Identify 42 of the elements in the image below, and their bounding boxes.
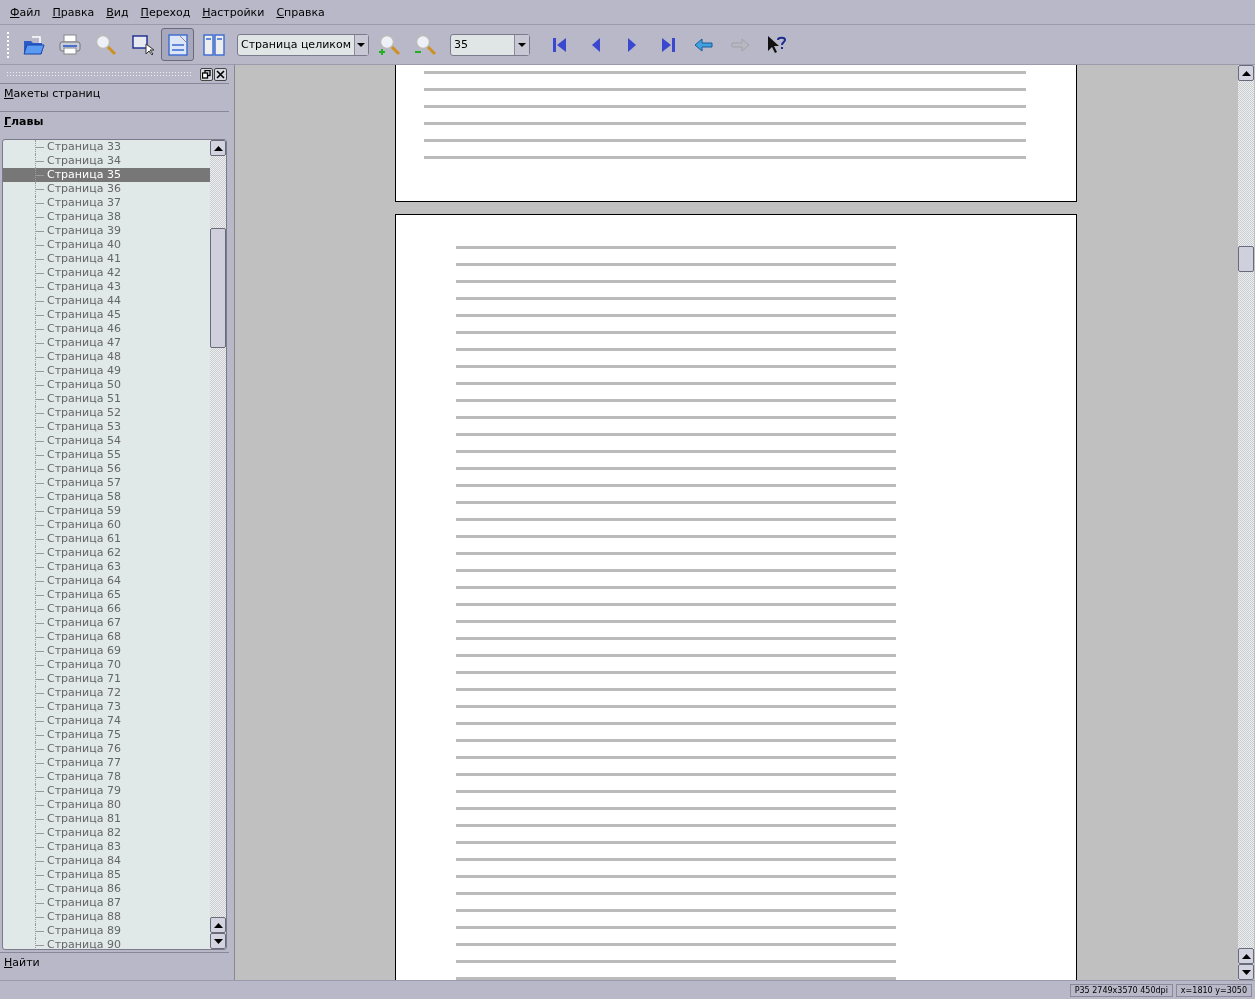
scroll-up-button[interactable]	[210, 140, 227, 156]
scroll-down-button[interactable]	[210, 933, 227, 949]
scrollbar-thumb[interactable]	[210, 228, 227, 348]
menu-item[interactable]: Настройки	[196, 5, 271, 19]
single-page-icon	[165, 32, 190, 57]
menu-item[interactable]: Справка	[270, 5, 331, 19]
close-button[interactable]	[214, 67, 228, 81]
selection-icon	[129, 32, 154, 57]
up-arrow-icon	[213, 145, 223, 151]
dropdown-field[interactable]: 35	[450, 33, 530, 56]
down-arrow-icon	[213, 938, 223, 944]
previous-page-icon	[591, 37, 600, 52]
up-arrow-icon	[213, 922, 223, 928]
next-page-icon	[627, 37, 636, 52]
menu-item[interactable]: Правка	[46, 5, 101, 19]
menu-item[interactable]: Файл	[4, 5, 47, 19]
menu-item[interactable]: Вид	[100, 5, 135, 19]
up-arrow-icon	[1241, 953, 1251, 959]
printer-icon	[57, 32, 82, 57]
status-text: x=1810 y=3050	[1175, 983, 1252, 997]
caret-icon	[357, 42, 366, 47]
scroll-up-button[interactable]	[1238, 65, 1254, 81]
zoom-in-icon	[376, 32, 401, 57]
two-pages-icon	[201, 32, 226, 57]
panel-tab[interactable]: Макеты страниц	[0, 83, 230, 111]
menu-item[interactable]: Переход	[134, 5, 197, 19]
scroll-up-button[interactable]	[1238, 948, 1254, 964]
scroll-down-button[interactable]	[1238, 964, 1254, 980]
tree-item[interactable]: Страница 35	[3, 168, 211, 182]
toolbar-grip[interactable]	[6, 30, 10, 59]
float-button[interactable]	[200, 67, 214, 81]
toolbar-button[interactable]	[161, 28, 194, 61]
panel-tab[interactable]: Найти	[0, 952, 230, 980]
caret-icon	[518, 42, 526, 47]
scroll-up-button[interactable]	[210, 917, 227, 933]
zoom-out-icon	[412, 32, 437, 57]
dropdown-field[interactable]: Страница целиком	[237, 33, 369, 56]
magnifier-icon	[93, 32, 118, 57]
scrollbar-thumb[interactable]	[1238, 246, 1254, 272]
up-arrow-icon	[1241, 70, 1251, 76]
status-text: P35 2749x3570 450dpi	[1069, 983, 1173, 997]
down-arrow-icon	[1241, 969, 1251, 975]
